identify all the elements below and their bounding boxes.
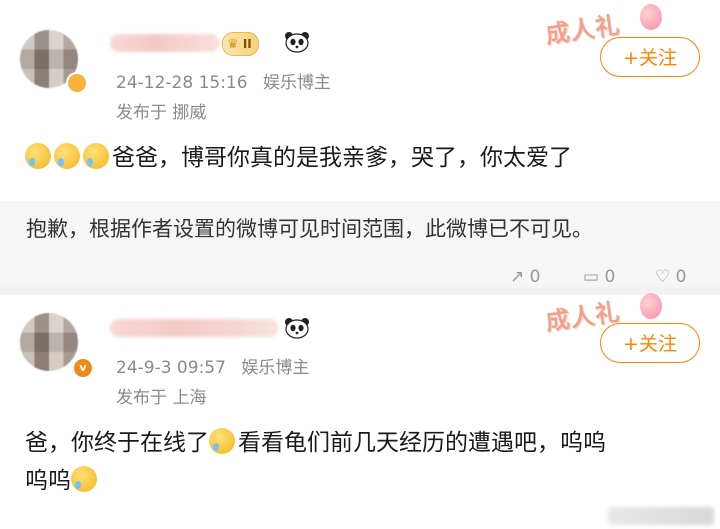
- comment-text: 爸，你终于在线了 看看龟们前几天经历的遭遇吧，呜呜: [25, 425, 606, 461]
- follow-button[interactable]: +关注: [600, 323, 700, 363]
- username-blurred[interactable]: [110, 319, 278, 337]
- user-role: 娱乐博主: [262, 73, 331, 93]
- username-blurred[interactable]: [110, 34, 220, 52]
- follow-button[interactable]: +关注: [600, 37, 700, 77]
- watermark: [608, 507, 714, 525]
- share-icon: ↗: [510, 267, 525, 287]
- avatar[interactable]: [20, 313, 78, 371]
- thumb-up-icon: ♡: [655, 267, 671, 287]
- verified-badge: v: [72, 357, 94, 379]
- comment-body: 爸爸，博哥你真的是我亲爹，哭了，你太爱了: [112, 145, 572, 171]
- like-stat[interactable]: ♡ 0: [655, 267, 686, 287]
- comment-icon: ▭: [583, 267, 600, 287]
- panda-icon: [285, 32, 309, 53]
- timestamp: 24-9-3 09:57: [116, 358, 226, 378]
- comment-body: 呜呜: [25, 468, 71, 494]
- balloon-icon: [640, 293, 662, 319]
- post-meta: 24-12-28 15:16 娱乐博主: [116, 68, 331, 93]
- crying-emoji-icon: [71, 466, 97, 492]
- crown-icon: ♛: [227, 37, 239, 52]
- badge-level: II: [242, 37, 252, 51]
- comment-card: ♛ II 24-12-28 15:16 娱乐博主 发布于 挪威 成人礼 +关注 …: [0, 0, 720, 200]
- avatar-badge: [66, 72, 88, 94]
- notice-text: 抱歉，根据作者设置的微博可见时间范围，此微博已不可见。: [26, 217, 593, 241]
- comment-body: 爸，你终于在线了: [25, 430, 209, 456]
- comment-card: v 24-9-3 09:57 娱乐博主 发布于 上海 成人礼 +关注 爸，你终于…: [0, 287, 720, 529]
- comment-text: 爸爸，博哥你真的是我亲爹，哭了，你太爱了: [25, 140, 572, 176]
- hidden-post-notice[interactable]: 抱歉，根据作者设置的微博可见时间范围，此微博已不可见。 ↗ 0 ▭ 0 ♡ 0: [0, 201, 720, 287]
- crying-emoji-icon: [83, 143, 109, 169]
- location: 发布于 挪威: [116, 103, 207, 123]
- repost-stat[interactable]: ↗ 0: [510, 267, 540, 287]
- comment-stat[interactable]: ▭ 0: [583, 267, 615, 287]
- member-badge[interactable]: ♛ II: [222, 32, 259, 56]
- user-role: 娱乐博主: [241, 358, 310, 378]
- crying-emoji-icon: [25, 143, 51, 169]
- crying-emoji-icon: [54, 143, 80, 169]
- crying-emoji-icon: [209, 428, 235, 454]
- timestamp: 24-12-28 15:16: [116, 73, 248, 93]
- comment-body: 看看龟们前几天经历的遭遇吧，呜呜: [238, 430, 606, 456]
- post-meta: 24-9-3 09:57 娱乐博主: [116, 353, 309, 378]
- balloon-icon: [640, 4, 662, 30]
- panda-icon: [285, 318, 309, 339]
- location: 发布于 上海: [116, 388, 207, 408]
- comment-text-line2: 呜呜: [25, 463, 100, 499]
